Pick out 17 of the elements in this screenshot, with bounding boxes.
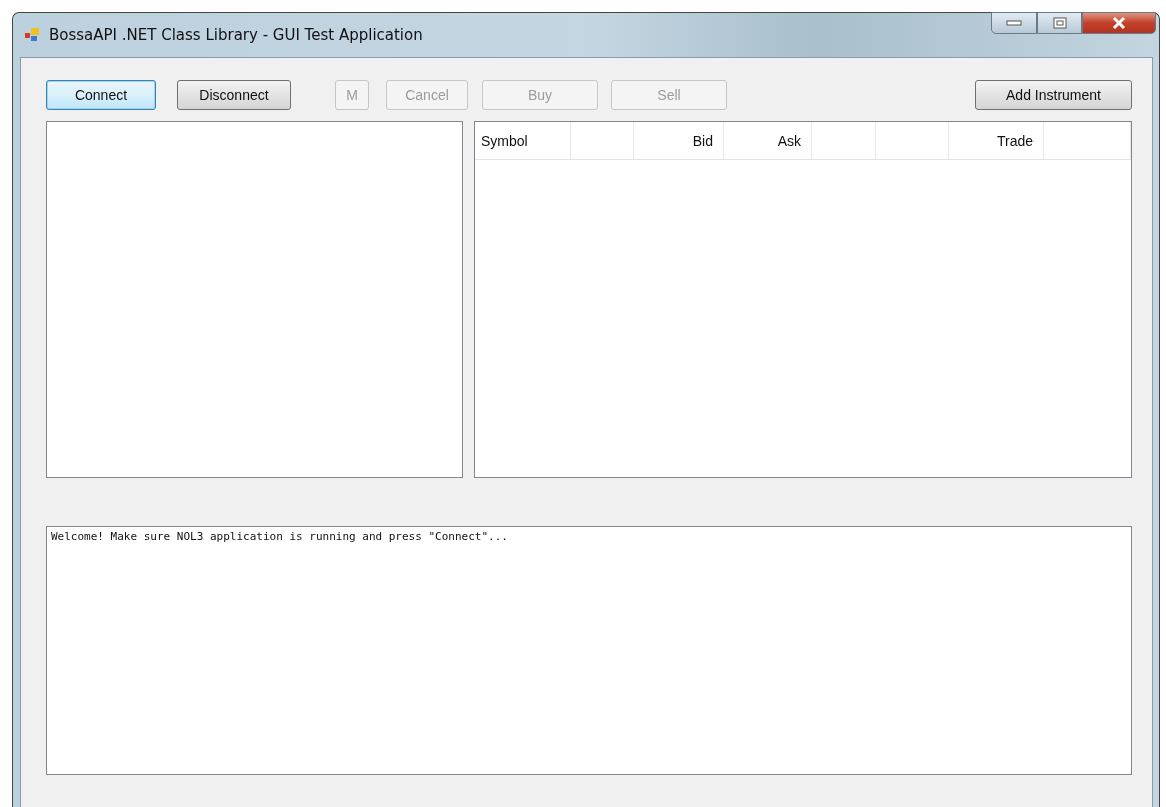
minimize-icon (1006, 20, 1022, 26)
log-box[interactable]: Welcome! Make sure NOL3 application is running and press "Connect"... (46, 526, 1132, 775)
column-header[interactable]: Trade (949, 122, 1044, 159)
toolbar-button[interactable]: Disconnect (177, 80, 291, 110)
restore-button[interactable] (1037, 12, 1082, 34)
toolbar-button[interactable]: Connect (46, 80, 156, 110)
window-title: BossaAPI .NET Class Library - GUI Test Application (49, 26, 423, 44)
restore-icon (1052, 17, 1067, 29)
close-icon (1111, 16, 1127, 30)
column-header[interactable]: Ask (724, 122, 812, 159)
minimize-button[interactable] (991, 12, 1037, 34)
close-button[interactable] (1082, 12, 1156, 34)
app-icon (25, 27, 41, 43)
toolbar-button[interactable]: Add Instrument (975, 80, 1132, 110)
column-header[interactable]: Bid (634, 122, 724, 159)
column-header[interactable]: Symbol (475, 122, 571, 159)
log-line: Welcome! Make sure NOL3 application is running and press "Connect"... (51, 530, 509, 543)
